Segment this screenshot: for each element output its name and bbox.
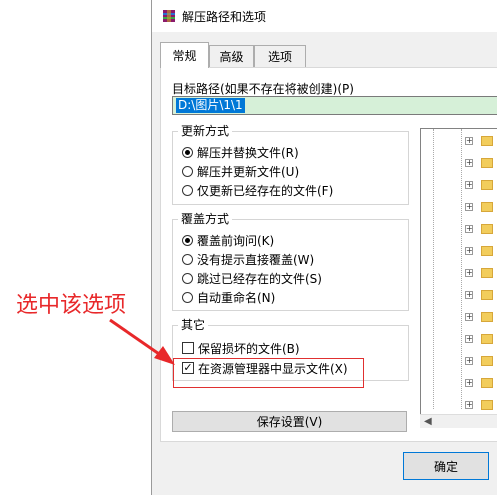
expand-icon[interactable]: +: [465, 203, 473, 211]
radio-skip-existing[interactable]: 跳过已经存在的文件(S): [182, 269, 322, 287]
expand-icon[interactable]: +: [465, 357, 473, 365]
radio-unselected-icon: [182, 253, 193, 265]
destination-label: 目标路径(如果不存在将被创建)(P): [172, 82, 354, 96]
radio-ask-before-overwrite[interactable]: 覆盖前询问(K): [182, 231, 274, 249]
radio-extract-replace[interactable]: 解压并替换文件(R): [182, 143, 299, 161]
folder-icon: [481, 202, 493, 212]
folder-icon: [481, 334, 493, 344]
radio-label: 跳过已经存在的文件(S): [197, 271, 322, 286]
radio-extract-update[interactable]: 解压并更新文件(U): [182, 162, 299, 180]
ok-button[interactable]: 确定: [403, 452, 489, 480]
radio-unselected-icon: [182, 272, 193, 284]
radio-unselected-icon: [182, 184, 193, 196]
expand-icon[interactable]: +: [465, 159, 473, 167]
checkbox-unchecked-icon: [182, 342, 194, 354]
extract-dialog: 解压路径和选项 常规 高级 选项 目标路径(如果不存在将被创建)(P) D:\图…: [151, 0, 497, 495]
window-title: 解压路径和选项: [182, 10, 267, 24]
checkbox-label: 保留损坏的文件(B): [198, 341, 300, 356]
checkbox-keep-broken-files[interactable]: 保留损坏的文件(B): [182, 339, 300, 357]
expand-icon[interactable]: +: [465, 379, 473, 387]
expand-icon[interactable]: +: [465, 291, 473, 299]
highlight-box: [173, 358, 364, 388]
tab-advanced[interactable]: 高级: [209, 45, 254, 67]
tab-options[interactable]: 选项: [254, 45, 306, 67]
radio-label: 仅更新已经存在的文件(F): [197, 183, 334, 198]
radio-selected-icon: [182, 146, 193, 158]
radio-selected-icon: [182, 234, 193, 246]
expand-icon[interactable]: +: [465, 225, 473, 233]
destination-path-input[interactable]: D:\图片\1\1: [172, 96, 497, 115]
folder-icon: [481, 136, 493, 146]
folder-icon: [481, 158, 493, 168]
folder-icon: [481, 246, 493, 256]
tree-guide-line: [461, 129, 463, 409]
tree-guide-line: [433, 129, 435, 409]
folder-icon: [481, 378, 493, 388]
folder-icon: [481, 312, 493, 322]
radio-label: 解压并替换文件(R): [197, 145, 299, 160]
annotation-text: 选中该选项: [16, 293, 127, 318]
update-mode-title: 更新方式: [178, 124, 233, 138]
radio-label: 解压并更新文件(U): [197, 164, 300, 179]
folder-icon: [481, 268, 493, 278]
expand-icon[interactable]: +: [465, 247, 473, 255]
radio-unselected-icon: [182, 165, 193, 177]
destination-path-value: D:\图片\1\1: [176, 98, 245, 113]
radio-label: 覆盖前询问(K): [197, 233, 275, 248]
winrar-icon: [163, 10, 175, 22]
expand-icon[interactable]: +: [465, 401, 473, 409]
folder-icon: [481, 356, 493, 366]
folder-icon: [481, 224, 493, 234]
overwrite-mode-title: 覆盖方式: [178, 212, 233, 226]
title-bar: 解压路径和选项: [152, 0, 497, 32]
radio-unselected-icon: [182, 291, 193, 303]
expand-icon[interactable]: +: [465, 335, 473, 343]
folder-icon: [481, 400, 493, 410]
expand-icon[interactable]: +: [465, 269, 473, 277]
misc-title: 其它: [178, 318, 209, 332]
radio-label: 自动重命名(N): [197, 290, 276, 305]
folder-icon: [481, 290, 493, 300]
expand-icon[interactable]: +: [465, 137, 473, 145]
radio-overwrite-without-prompt[interactable]: 没有提示直接覆盖(W): [182, 250, 314, 268]
tab-general[interactable]: 常规: [160, 42, 209, 68]
folder-tree[interactable]: + + + + + + + + + + + + +: [420, 128, 497, 428]
tree-horizontal-scrollbar[interactable]: ◀: [420, 414, 497, 428]
radio-label: 没有提示直接覆盖(W): [197, 252, 315, 267]
radio-auto-rename[interactable]: 自动重命名(N): [182, 288, 275, 306]
scroll-left-icon[interactable]: ◀: [424, 416, 432, 427]
save-settings-button[interactable]: 保存设置(V): [172, 411, 407, 432]
folder-icon: [481, 180, 493, 190]
radio-update-existing[interactable]: 仅更新已经存在的文件(F): [182, 181, 333, 199]
expand-icon[interactable]: +: [465, 181, 473, 189]
expand-icon[interactable]: +: [465, 313, 473, 321]
